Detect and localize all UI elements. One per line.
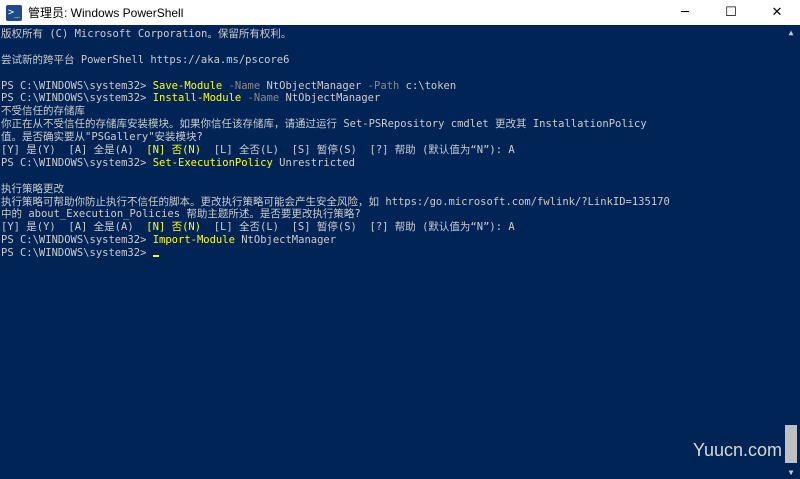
window-title: 管理员: Windows PowerShell <box>28 6 184 20</box>
title-bar[interactable]: >_ 管理员: Windows PowerShell ─ ☐ ✕ <box>0 0 800 25</box>
choice-text: [L] 全否(L) [S] 暂停(S) [?] 帮助 (默认值为“N”): A <box>201 144 515 157</box>
prompt: PS C:\WINDOWS\system32> <box>1 156 153 169</box>
console-line: 执行策略可帮助你防止执行不信任的脚本。更改执行策略可能会产生安全风险，如 htt… <box>1 195 670 208</box>
powershell-icon: >_ <box>6 4 22 21</box>
console-line: PS C:\WINDOWS\system32> Save-Module -Nam… <box>1 80 782 93</box>
scroll-up-icon[interactable]: ▲ <box>782 25 800 39</box>
choice-text: [Y] 是(Y) [A] 全是(A) <box>1 144 147 157</box>
parameter-value: NtObjectManager <box>260 79 362 92</box>
parameter-name: -Name <box>241 92 280 105</box>
console-line: PS C:\WINDOWS\system32> <box>1 247 782 260</box>
console-line: 值。是否确实要从"PSGallery"安装模块? <box>1 131 203 144</box>
powershell-window: >_ 管理员: Windows PowerShell ─ ☐ ✕ 版权所有 (C… <box>0 0 800 479</box>
parameter-value: c:\token <box>399 79 457 92</box>
console-line: 不受信任的存储库 <box>1 105 85 118</box>
default-choice: [N] 否(N) <box>146 144 202 157</box>
vertical-scrollbar[interactable]: ▲ ▼ <box>782 25 800 479</box>
console-line: [Y] 是(Y) [A] 全是(A) [N] 否(N) [L] 全否(L) [S… <box>1 144 782 157</box>
close-button[interactable]: ✕ <box>754 0 800 25</box>
minimize-button[interactable]: ─ <box>662 0 708 25</box>
console-line: 尝试新的跨平台 PowerShell https://aka.ms/pscore… <box>1 53 290 66</box>
maximize-button[interactable]: ☐ <box>708 0 754 25</box>
parameter-name: -Name <box>222 79 261 92</box>
console-line: PS C:\WINDOWS\system32> Set-ExecutionPol… <box>1 157 782 170</box>
parameter-value: NtObjectManager <box>279 92 381 105</box>
choice-text: [Y] 是(Y) [A] 全是(A) <box>1 221 147 234</box>
scroll-down-icon[interactable]: ▼ <box>782 465 800 479</box>
prompt: PS C:\WINDOWS\system32> <box>1 234 153 247</box>
window-controls: ─ ☐ ✕ <box>662 0 800 25</box>
console-line: PS C:\WINDOWS\system32> Install-Module -… <box>1 92 782 105</box>
prompt: PS C:\WINDOWS\system32> <box>1 247 153 260</box>
default-choice: [N] 否(N) <box>146 221 202 234</box>
console-line: 版权所有 (C) Microsoft Corporation。保留所有权利。 <box>1 28 292 40</box>
parameter-value: Unrestricted <box>272 156 356 169</box>
prompt: PS C:\WINDOWS\system32> <box>1 92 153 105</box>
console-output[interactable]: 版权所有 (C) Microsoft Corporation。保留所有权利。 尝… <box>0 25 782 479</box>
console-line: PS C:\WINDOWS\system32> Import-Module Nt… <box>1 234 782 247</box>
console-line: 你正在从不受信任的存储库安装模块。如果你信任该存储库，请通过运行 Set-PSR… <box>1 118 647 131</box>
console-line: [Y] 是(Y) [A] 全是(A) [N] 否(N) [L] 全否(L) [S… <box>1 221 782 234</box>
watermark: Yuucn.com <box>692 440 782 460</box>
console-line: 中的 about_Execution_Policies 帮助主题所述。是否要更改… <box>1 208 361 221</box>
parameter-name: -Path <box>361 79 400 92</box>
command-name: Save-Module <box>152 79 223 92</box>
command-name: Set-ExecutionPolicy <box>152 156 273 169</box>
scroll-thumb[interactable] <box>785 425 797 463</box>
prompt: PS C:\WINDOWS\system32> <box>1 79 153 92</box>
text-cursor <box>152 255 159 258</box>
parameter-value: NtObjectManager <box>234 234 337 247</box>
choice-text: [L] 全否(L) [S] 暂停(S) [?] 帮助 (默认值为“N”): A <box>201 221 515 234</box>
command-name: Install-Module <box>152 92 242 105</box>
command-name: Import-Module <box>152 234 235 247</box>
console-line: 执行策略更改 <box>1 182 64 195</box>
